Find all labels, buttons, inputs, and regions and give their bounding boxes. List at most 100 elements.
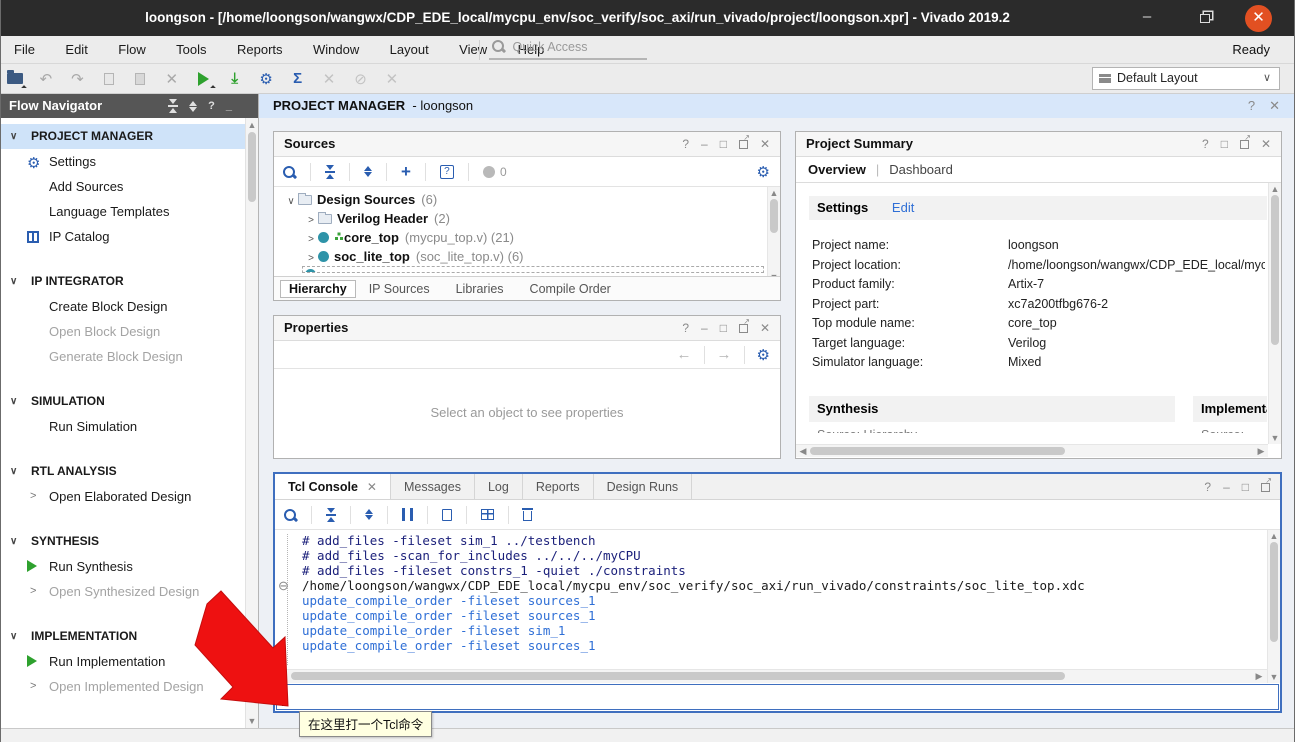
top-module-link[interactable]: core_top	[1008, 316, 1057, 330]
minimize-panel-icon[interactable]: _	[226, 94, 232, 118]
sidebar-item-language-templates[interactable]: Language Templates	[1, 199, 258, 224]
sidebar-section-simulation[interactable]: ∨SIMULATION	[1, 389, 258, 414]
help-icon[interactable]: ?	[1204, 480, 1211, 494]
open-project-button[interactable]	[1, 64, 28, 93]
close-icon[interactable]: ✕	[1269, 94, 1280, 118]
sidebar-item-ip-catalog[interactable]: IP Catalog	[1, 224, 258, 249]
minimize-button[interactable]: –	[1130, 0, 1164, 36]
menu-layout[interactable]: Layout	[377, 36, 442, 63]
sum-button[interactable]: Σ	[284, 64, 311, 93]
sidebar-section-ip-integrator[interactable]: ∨IP INTEGRATOR	[1, 269, 258, 294]
scroll-down-icon[interactable]: ▼	[1268, 672, 1280, 682]
float-panel-icon[interactable]	[1261, 483, 1270, 492]
project-summary-header[interactable]: Project Summary ? □ ✕	[796, 132, 1281, 157]
scroll-down-icon[interactable]: ▼	[246, 716, 258, 726]
close-icon[interactable]: ✕	[1261, 137, 1271, 151]
collapse-all-icon[interactable]	[325, 165, 335, 179]
float-panel-icon[interactable]	[739, 140, 748, 149]
copy-button[interactable]	[95, 64, 122, 93]
back-arrow-icon[interactable]: ←	[677, 346, 692, 363]
minimize-panel-icon[interactable]: –	[1223, 480, 1230, 494]
tree-row-verilog-header[interactable]: >Verilog Header(2)	[274, 209, 780, 228]
scroll-up-icon[interactable]: ▲	[1268, 531, 1280, 541]
close-design-button-disabled[interactable]: ✕	[378, 64, 405, 93]
gear-icon[interactable]: ⚙	[757, 346, 770, 364]
minimize-panel-icon[interactable]: –	[701, 137, 708, 151]
tree-row-core-top[interactable]: >core_top(mycpu_top.v) (21)	[274, 228, 780, 247]
maximize-panel-icon[interactable]: □	[720, 321, 727, 335]
help-box-icon[interactable]: ?	[440, 165, 454, 179]
paste-button[interactable]	[127, 64, 154, 93]
table-icon[interactable]	[481, 509, 494, 520]
tree-row-soc-lite-top[interactable]: >soc_lite_top(soc_lite_top.v) (6)	[274, 247, 780, 266]
menu-reports[interactable]: Reports	[224, 36, 296, 63]
search-icon[interactable]	[283, 508, 297, 522]
tcl-command-input[interactable]	[276, 684, 1279, 710]
sidebar-section-synthesis[interactable]: ∨SYNTHESIS	[1, 529, 258, 554]
tab-messages[interactable]: Messages	[391, 474, 475, 499]
redo-button[interactable]: ↷	[64, 64, 91, 93]
scroll-right-icon[interactable]: ▶	[1255, 445, 1267, 457]
quick-access-search[interactable]: Quick Access	[489, 39, 647, 60]
edit-link[interactable]: Edit	[892, 200, 914, 215]
tab-log[interactable]: Log	[475, 474, 523, 499]
tab-overview[interactable]: Overview	[808, 162, 866, 177]
help-icon[interactable]: ?	[682, 137, 689, 151]
step-button[interactable]: ⤓	[221, 64, 248, 93]
tab-reports[interactable]: Reports	[523, 474, 594, 499]
expand-all-icon[interactable]	[365, 509, 373, 520]
scroll-up-icon[interactable]: ▲	[246, 120, 258, 130]
scroll-down-icon[interactable]: ▼	[1269, 433, 1281, 443]
help-icon[interactable]: ?	[208, 94, 215, 118]
copy-icon[interactable]	[442, 509, 452, 521]
float-panel-icon[interactable]	[739, 324, 748, 333]
simulator-language-link[interactable]: Mixed	[1008, 355, 1041, 369]
tab-hierarchy[interactable]: Hierarchy	[280, 280, 356, 298]
console-vscrollbar[interactable]: ▲ ▼	[1267, 530, 1280, 683]
run-button[interactable]	[190, 64, 217, 93]
help-icon[interactable]: ?	[682, 321, 689, 335]
scrollbar-thumb[interactable]	[810, 447, 1065, 455]
scroll-right-icon[interactable]: ▶	[1253, 670, 1265, 682]
search-icon[interactable]	[282, 165, 296, 179]
scrollbar-thumb[interactable]	[1270, 542, 1278, 642]
restore-button[interactable]	[1188, 0, 1222, 36]
scrollbar-thumb[interactable]	[291, 672, 1065, 680]
menu-tools[interactable]: Tools	[163, 36, 219, 63]
sidebar-item-open-elaborated-design[interactable]: >Open Elaborated Design	[1, 484, 258, 509]
tab-dashboard[interactable]: Dashboard	[889, 162, 953, 177]
sources-scrollbar[interactable]: ▲ ▼	[767, 187, 780, 283]
summary-vscrollbar[interactable]: ▲ ▼	[1268, 183, 1281, 444]
menu-window[interactable]: Window	[300, 36, 372, 63]
clock-button-disabled[interactable]: ⊘	[347, 64, 374, 93]
scroll-up-icon[interactable]: ▲	[768, 188, 780, 198]
expand-all-icon[interactable]	[364, 166, 372, 177]
menu-file[interactable]: File	[1, 36, 48, 63]
tab-design-runs[interactable]: Design Runs	[594, 474, 693, 499]
close-icon[interactable]: ✕	[760, 137, 770, 151]
project-part-link[interactable]: xc7a200tfbg676-2	[1008, 297, 1108, 311]
minimize-panel-icon[interactable]: –	[701, 321, 708, 335]
expand-all-icon[interactable]	[189, 101, 197, 112]
scrollbar-thumb[interactable]	[770, 199, 778, 233]
delete-button[interactable]: ✕	[158, 64, 185, 93]
gear-icon[interactable]: ⚙	[757, 163, 770, 181]
scrollbar-thumb[interactable]	[248, 132, 256, 202]
target-language-link[interactable]: Verilog	[1008, 336, 1046, 350]
sidebar-item-open-block-design[interactable]: Open Block Design	[1, 319, 258, 344]
sidebar-item-run-simulation[interactable]: Run Simulation	[1, 414, 258, 439]
sidebar-item-run-synthesis[interactable]: Run Synthesis	[1, 554, 258, 579]
close-button[interactable]: ✕	[1245, 5, 1272, 32]
sidebar-item-create-block-design[interactable]: Create Block Design	[1, 294, 258, 319]
trash-icon[interactable]	[523, 511, 532, 521]
collapse-all-icon[interactable]	[168, 99, 178, 113]
layout-selector[interactable]: Default Layout ∨	[1092, 67, 1280, 90]
maximize-panel-icon[interactable]: □	[1221, 137, 1228, 151]
tab-compile-order[interactable]: Compile Order	[517, 281, 624, 297]
forward-arrow-icon[interactable]: →	[717, 346, 732, 363]
sidebar-item-settings[interactable]: ⚙Settings	[1, 149, 258, 174]
tab-tcl-console[interactable]: Tcl Console✕	[275, 474, 391, 499]
sidebar-item-generate-block-design[interactable]: Generate Block Design	[1, 344, 258, 369]
tab-ip-sources[interactable]: IP Sources	[356, 281, 443, 297]
maximize-panel-icon[interactable]: □	[1242, 480, 1249, 494]
